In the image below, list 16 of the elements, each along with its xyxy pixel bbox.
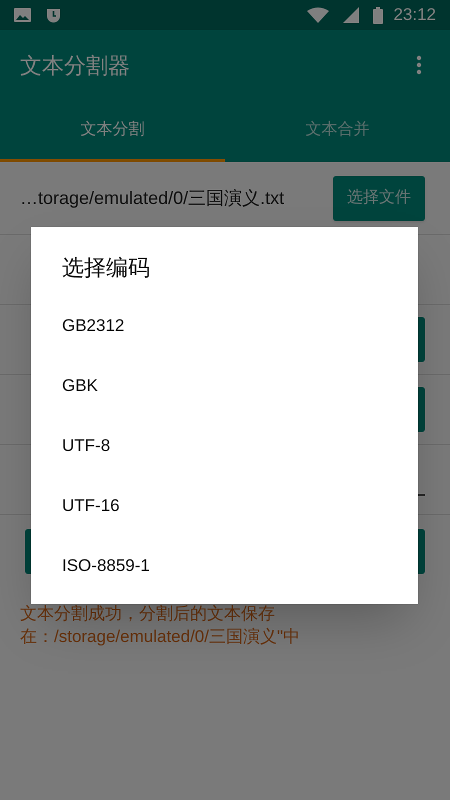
app-title: 文本分割器 <box>20 52 131 80</box>
file-path: …torage/emulated/0/三国演义.txt <box>20 186 286 210</box>
encoding-option[interactable]: GBK <box>31 356 418 416</box>
encoding-option[interactable]: UTF-16 <box>31 476 418 536</box>
image-icon <box>14 8 31 22</box>
more-options-icon[interactable] <box>416 55 422 75</box>
encoding-option[interactable]: ISO-8859-1 <box>31 536 418 596</box>
timer-icon <box>45 6 62 24</box>
battery-icon <box>373 6 384 24</box>
dialog-title: 选择编码 <box>61 254 151 282</box>
signal-icon <box>343 7 360 23</box>
wifi-icon <box>307 7 330 23</box>
encoding-option[interactable]: GB2312 <box>31 296 418 356</box>
status-message: 文本分割成功，分割后的文本保存在：/storage/emulated/0/三国演义"中 <box>20 603 302 648</box>
encoding-option[interactable]: UTF-8 <box>31 416 418 476</box>
status-time: 23:12 <box>393 4 436 26</box>
